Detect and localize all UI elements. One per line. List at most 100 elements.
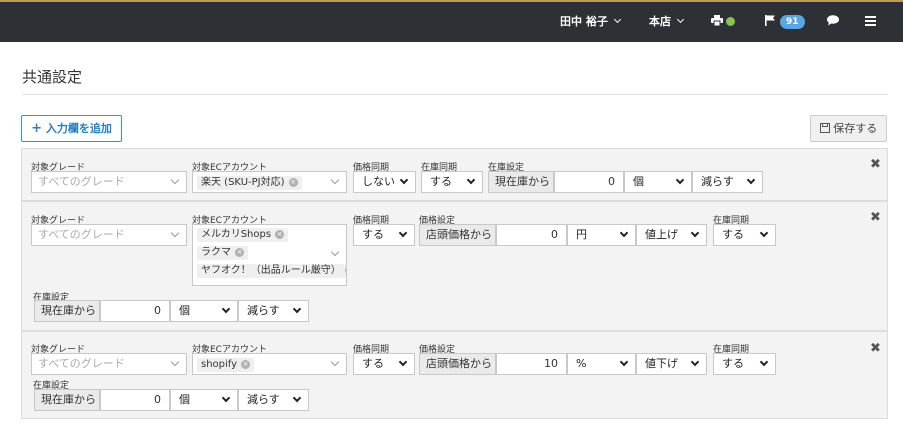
ec-account-select[interactable]: shopify × bbox=[192, 353, 347, 375]
setting-row-2: 対象グレード 対象ECアカウント 価格同期 価格設定 在庫同期 すべてのグレード… bbox=[21, 201, 888, 331]
stock-base-addon: 現在庫から bbox=[488, 171, 554, 193]
account-tag-label: ヤフオク！（出品ルール厳守） bbox=[201, 265, 341, 276]
chevron-down-icon bbox=[170, 357, 180, 367]
stock-unit-select[interactable]: 個 bbox=[170, 389, 238, 411]
chevron-down-icon bbox=[330, 357, 340, 367]
price-sync-select[interactable]: する bbox=[353, 224, 415, 246]
price-base-addon: 店頭価格から bbox=[419, 353, 496, 375]
price-unit-value: 円 bbox=[576, 228, 587, 241]
stock-base-addon: 現在庫から bbox=[34, 389, 100, 411]
price-unit-value: % bbox=[576, 357, 587, 370]
user-menu[interactable]: 田中 裕子 bbox=[560, 2, 621, 42]
setting-row-3: 対象グレード 対象ECアカウント 価格同期 価格設定 在庫同期 すべてのグレード… bbox=[21, 331, 888, 419]
divider bbox=[22, 94, 888, 95]
stock-sync-value: する bbox=[430, 175, 452, 188]
status-dot-icon bbox=[726, 17, 735, 26]
price-direction-select[interactable]: 値下げ bbox=[636, 353, 707, 375]
remove-tag-icon[interactable]: × bbox=[344, 266, 346, 275]
stock-sync-select[interactable]: する bbox=[713, 353, 776, 375]
chevron-down-icon bbox=[292, 393, 302, 403]
remove-tag-icon[interactable]: × bbox=[235, 248, 244, 257]
close-icon[interactable]: ✖ bbox=[870, 210, 881, 225]
stock-unit-select[interactable]: 個 bbox=[170, 300, 238, 322]
stock-unit-select[interactable]: 個 bbox=[624, 171, 692, 193]
account-tag: メルカリShops × bbox=[197, 228, 289, 242]
close-icon[interactable]: ✖ bbox=[870, 157, 881, 172]
chevron-down-icon bbox=[292, 304, 302, 314]
chevron-down-icon bbox=[466, 175, 476, 185]
stock-direction-select[interactable]: 減らす bbox=[238, 300, 309, 322]
chevron-down-icon bbox=[330, 175, 340, 185]
grade-placeholder: すべてのグレード bbox=[38, 357, 125, 370]
menu-button[interactable] bbox=[865, 2, 876, 42]
chevron-down-icon bbox=[690, 357, 700, 367]
notification-badge: 91 bbox=[780, 15, 805, 29]
account-tag: ラクマ × bbox=[197, 246, 248, 260]
chevron-down-icon bbox=[676, 15, 685, 24]
grade-select[interactable]: すべてのグレード bbox=[31, 171, 187, 193]
add-row-label: 入力欄を追加 bbox=[45, 122, 112, 135]
printer-icon bbox=[711, 15, 723, 27]
ec-account-select[interactable]: メルカリShops× ラクマ× ヤフオク！（出品ルール厳守）× bbox=[192, 224, 347, 286]
menu-icon bbox=[865, 16, 876, 26]
price-value-input[interactable]: 0 bbox=[496, 224, 567, 246]
price-sync-select[interactable]: する bbox=[353, 353, 415, 375]
stock-sync-value: する bbox=[722, 228, 744, 241]
price-unit-select[interactable]: % bbox=[567, 353, 636, 375]
remove-tag-icon[interactable]: × bbox=[288, 178, 298, 187]
add-row-button[interactable]: + 入力欄を追加 bbox=[21, 115, 122, 142]
chat-button[interactable] bbox=[827, 2, 839, 42]
stock-value-input[interactable]: 0 bbox=[100, 300, 170, 322]
close-icon[interactable]: ✖ bbox=[870, 341, 881, 356]
account-tag-label: ラクマ bbox=[201, 247, 231, 258]
stock-sync-select[interactable]: する bbox=[713, 224, 776, 246]
stock-direction-value: 減らす bbox=[247, 393, 280, 406]
stock-sync-value: する bbox=[722, 357, 744, 370]
grade-placeholder: すべてのグレード bbox=[38, 228, 125, 241]
price-value-input[interactable]: 10 bbox=[496, 353, 567, 375]
price-unit-select[interactable]: 円 bbox=[567, 224, 636, 246]
stock-unit-value: 個 bbox=[633, 175, 644, 188]
stock-sync-select[interactable]: する bbox=[421, 171, 483, 193]
stock-value-input[interactable]: 0 bbox=[100, 389, 170, 411]
chevron-down-icon bbox=[398, 228, 408, 238]
account-tag: 楽天 (SKU-PJ対応) × bbox=[197, 176, 302, 190]
store-menu[interactable]: 本店 bbox=[649, 2, 685, 42]
price-sync-select[interactable]: しない bbox=[353, 171, 416, 193]
account-tag-label: メルカリShops bbox=[201, 229, 272, 240]
stock-direction-select[interactable]: 減らす bbox=[692, 171, 763, 193]
chevron-down-icon bbox=[759, 357, 769, 367]
price-direction-select[interactable]: 値上げ bbox=[636, 224, 707, 246]
chevron-down-icon bbox=[746, 175, 756, 185]
grade-select[interactable]: すべてのグレード bbox=[31, 224, 187, 246]
page-title: 共通設定 bbox=[22, 68, 83, 86]
chevron-down-icon bbox=[613, 15, 621, 24]
chevron-down-icon bbox=[221, 304, 231, 314]
remove-tag-icon[interactable]: × bbox=[241, 360, 251, 369]
chat-icon bbox=[827, 15, 839, 26]
stock-value-input[interactable]: 0 bbox=[554, 171, 624, 193]
top-navbar: 田中 裕子 本店 91 bbox=[0, 0, 903, 42]
chevron-down-icon bbox=[170, 228, 180, 238]
chevron-down-icon bbox=[675, 175, 685, 185]
chevron-down-icon bbox=[619, 228, 629, 238]
grade-select[interactable]: すべてのグレード bbox=[31, 353, 187, 375]
printer-status[interactable] bbox=[711, 2, 735, 42]
stock-base-addon: 現在庫から bbox=[34, 300, 100, 322]
price-sync-value: しない bbox=[362, 175, 395, 188]
plus-icon: + bbox=[31, 121, 43, 136]
chevron-down-icon bbox=[690, 228, 700, 238]
save-button[interactable]: 保存する bbox=[810, 115, 887, 142]
chevron-down-icon bbox=[399, 175, 409, 185]
notifications[interactable]: 91 bbox=[765, 2, 805, 42]
user-name: 田中 裕子 bbox=[560, 15, 608, 28]
price-direction-value: 値下げ bbox=[645, 357, 678, 370]
stock-direction-select[interactable]: 減らす bbox=[238, 389, 309, 411]
account-tag-label: shopify bbox=[201, 359, 238, 370]
price-sync-value: する bbox=[362, 357, 384, 370]
chevron-down-icon bbox=[398, 357, 408, 367]
chevron-down-icon bbox=[619, 357, 629, 367]
remove-tag-icon[interactable]: × bbox=[275, 230, 285, 239]
ec-account-select[interactable]: 楽天 (SKU-PJ対応) × bbox=[192, 171, 347, 193]
stock-unit-value: 個 bbox=[179, 393, 190, 406]
